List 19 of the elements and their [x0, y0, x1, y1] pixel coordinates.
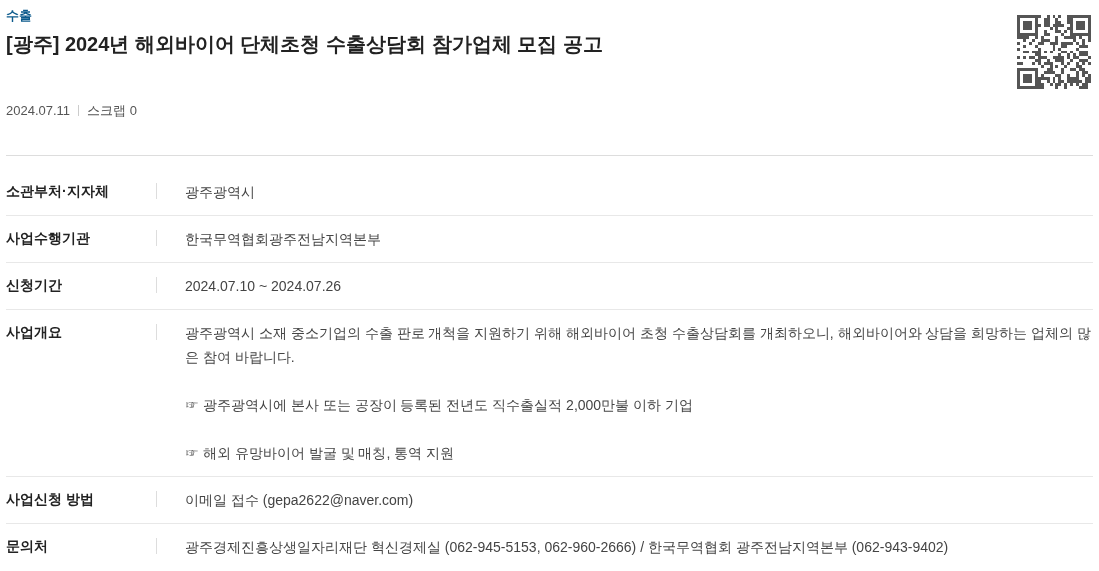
field-label: 사업수행기관	[6, 228, 91, 248]
field-label: 문의처	[6, 536, 49, 556]
field-label: 사업신청 방법	[6, 489, 95, 509]
overview-paragraph: ☞ 광주광역시에 본사 또는 공장이 등록된 전년도 직수출실적 2,000만불 이하 기업	[185, 395, 694, 415]
overview-paragraph: ☞ 해외 유망바이어 발굴 및 매칭, 통역 지원	[185, 443, 456, 463]
field-label: 소관부처·지자체	[6, 181, 110, 201]
overview-paragraph: 광주광역시 소재 중소기업의 수출 판로 개척을 지원하기 위해 해외바이어 초청 수출상담회를 개최하오니, 해외바이어와 상담을 희망하는 업체의 많은 참여 바랍니다.	[185, 323, 1093, 367]
qr-code-icon	[1017, 15, 1091, 89]
scrap-count: 스크랩 0	[87, 102, 137, 120]
post-date: 2024.07.11	[6, 102, 71, 120]
field-label: 신청기간	[6, 275, 63, 295]
field-value: 한국무역협회광주전남지역본부	[185, 230, 381, 247]
field-value: 2024.07.10 ~ 2024.07.26	[185, 277, 342, 294]
page-title: [광주] 2024년 해외바이어 단체초청 수출상담회 참가업체 모집 공고	[6, 32, 603, 57]
category-label: 수출	[6, 7, 33, 25]
field-value: 광주경제진흥상생일자리재단 혁신경제실 (062-945-5153, 062-960-2666) / 한국무역협회 광주전남지역본부 (062-943-9402)	[185, 538, 949, 555]
field-value: 광주광역시	[185, 183, 255, 200]
field-value: 이메일 접수 (gepa2622@naver.com)	[185, 491, 414, 508]
field-label: 사업개요	[6, 322, 63, 342]
